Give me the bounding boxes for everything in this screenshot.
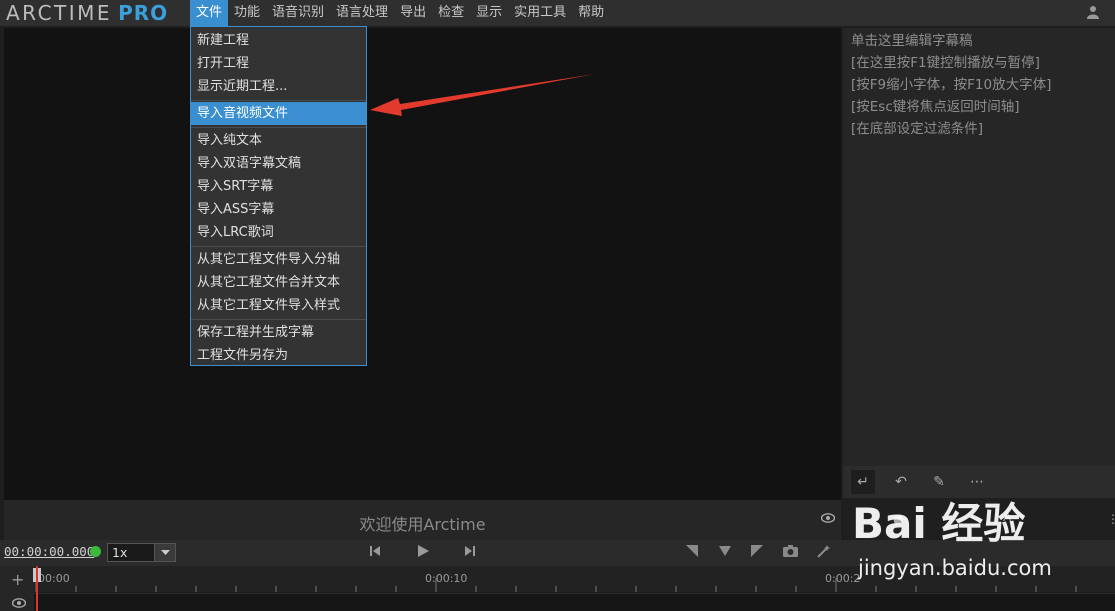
menu-bar: ARCTIME PRO 文件 功能 语音识别 语言处理 导出 检查 显示 实用工… (0, 0, 1115, 26)
logo-text: ARCTIME (6, 1, 113, 25)
chevron-down-icon[interactable] (154, 544, 175, 561)
menu-check[interactable]: 检查 (432, 0, 470, 26)
skip-forward-icon[interactable] (465, 545, 475, 557)
mark-down-icon[interactable] (719, 545, 731, 557)
editor-hint: [按Esc键将焦点返回时间轴] (851, 99, 1020, 115)
menu-item-merge-text[interactable]: 从其它工程文件合并文本 (191, 271, 366, 294)
menu-display[interactable]: 显示 (470, 0, 508, 26)
add-track-icon[interactable]: + (11, 570, 24, 589)
editor-hint: [按F9缩小字体，按F10放大字体] (851, 77, 1052, 93)
menu-separator (191, 246, 366, 247)
skip-back-icon[interactable] (370, 545, 380, 557)
menu-item-import-srt[interactable]: 导入SRT字幕 (191, 175, 366, 198)
timeline-controls: + (0, 566, 34, 611)
watermark: Bai 经验 jingyan.baidu.com (852, 490, 1115, 611)
menu-item-recent-projects[interactable]: 显示近期工程... (191, 75, 366, 98)
camera-icon[interactable] (783, 545, 798, 557)
menu-item-import-lrc[interactable]: 导入LRC歌词 (191, 221, 366, 244)
menu-item-import-text[interactable]: 导入纯文本 (191, 129, 366, 152)
menu-help[interactable]: 帮助 (572, 0, 610, 26)
editor-hint: [在底部设定过滤条件] (851, 121, 984, 137)
menu-item-import-media[interactable]: 导入音视频文件 (191, 102, 366, 125)
play-icon[interactable] (417, 545, 429, 557)
eye-icon[interactable] (12, 598, 26, 608)
menu-item-import-ass[interactable]: 导入ASS字幕 (191, 198, 366, 221)
menu-export[interactable]: 导出 (394, 0, 432, 26)
status-indicator (90, 546, 101, 557)
playback-speed-select[interactable]: 1x (107, 543, 176, 562)
menu-item-open-project[interactable]: 打开工程 (191, 52, 366, 75)
editor-hint: 单击这里编辑字幕稿 (851, 33, 973, 49)
menu-speech-recognition[interactable]: 语音识别 (266, 0, 330, 26)
eye-icon[interactable] (821, 513, 835, 523)
playhead[interactable] (36, 566, 38, 611)
menu-separator (191, 319, 366, 320)
menu-language-processing[interactable]: 语言处理 (330, 0, 394, 26)
magic-wand-icon[interactable] (817, 545, 830, 558)
menu-separator (191, 127, 366, 128)
menu-item-import-timing[interactable]: 从其它工程文件导入分轴 (191, 248, 366, 271)
app-logo: ARCTIME PRO (0, 1, 190, 25)
timecode-display[interactable]: 00:00:00.000 (4, 544, 94, 559)
menu-item-import-bilingual[interactable]: 导入双语字幕文稿 (191, 152, 366, 175)
menu-file[interactable]: 文件 (190, 0, 229, 26)
watermark-text: Bai 经验 (852, 499, 1026, 548)
subtitle-editor[interactable]: 单击这里编辑字幕稿 [在这里按F1键控制播放与暂停] [按F9缩小字体，按F10… (843, 28, 1115, 466)
menu-item-save-export[interactable]: 保存工程并生成字幕 (191, 321, 366, 344)
file-menu-dropdown: 新建工程 打开工程 显示近期工程... 导入音视频文件 导入纯文本 导入双语字幕… (190, 26, 367, 366)
menu-function[interactable]: 功能 (228, 0, 266, 26)
welcome-text: 欢迎使用Arctime (359, 515, 486, 534)
logo-accent: PRO (118, 1, 169, 25)
menu-item-save-as[interactable]: 工程文件另存为 (191, 344, 366, 367)
video-status-bar: 欢迎使用Arctime (4, 500, 841, 540)
menu-items: 文件 功能 语音识别 语言处理 导出 检查 显示 实用工具 帮助 (190, 0, 610, 26)
user-icon[interactable] (1087, 5, 1099, 19)
menu-item-new-project[interactable]: 新建工程 (191, 29, 366, 52)
mark-out-icon[interactable] (751, 545, 763, 557)
watermark-url: jingyan.baidu.com (858, 556, 1052, 580)
mark-in-icon[interactable] (686, 545, 698, 557)
menu-item-import-style[interactable]: 从其它工程文件导入样式 (191, 294, 366, 317)
annotation-arrow (370, 74, 595, 116)
menu-separator (191, 100, 366, 101)
editor-hint: [在这里按F1键控制播放与暂停] (851, 55, 1040, 71)
speed-value: 1x (112, 545, 128, 560)
menu-tools[interactable]: 实用工具 (508, 0, 572, 26)
